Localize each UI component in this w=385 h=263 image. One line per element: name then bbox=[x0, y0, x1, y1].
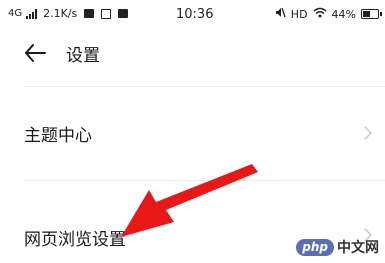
wifi-icon bbox=[313, 7, 327, 21]
list-item-theme-center[interactable]: 主题中心 bbox=[0, 87, 385, 179]
status-time: 10:36 bbox=[176, 7, 214, 22]
chevron-right-icon bbox=[363, 125, 373, 141]
battery-percent: 44% bbox=[331, 7, 356, 21]
app-header: 设置 bbox=[0, 30, 385, 78]
status-bar-right: HD 44% bbox=[275, 7, 382, 21]
network-speed: 2.1K/s bbox=[43, 7, 78, 20]
status-bar: 4G 2.1K/s 10:36 HD 44% bbox=[0, 0, 385, 30]
list-item-label: 主题中心 bbox=[24, 126, 92, 146]
page-title: 设置 bbox=[66, 46, 100, 66]
battery-icon bbox=[361, 9, 382, 19]
watermark-text: 中文网 bbox=[337, 240, 379, 256]
hd-badge: HD bbox=[290, 7, 308, 21]
mute-icon bbox=[275, 7, 286, 21]
back-arrow-icon[interactable] bbox=[22, 40, 48, 66]
notification-icon bbox=[101, 8, 112, 19]
watermark-badge: php bbox=[296, 238, 334, 256]
video-icon bbox=[84, 9, 95, 18]
status-bar-left: 4G 2.1K/s bbox=[8, 7, 129, 20]
list-item-label: 网页浏览设置 bbox=[24, 230, 126, 250]
settings-screen: 4G 2.1K/s 10:36 HD 44% 设置 主题中心 网页浏览设置 ph… bbox=[0, 0, 385, 263]
signal-icon bbox=[26, 8, 38, 19]
network-type: 4G bbox=[8, 8, 23, 19]
watermark: php 中文网 bbox=[296, 237, 379, 257]
storage-icon bbox=[118, 9, 129, 18]
